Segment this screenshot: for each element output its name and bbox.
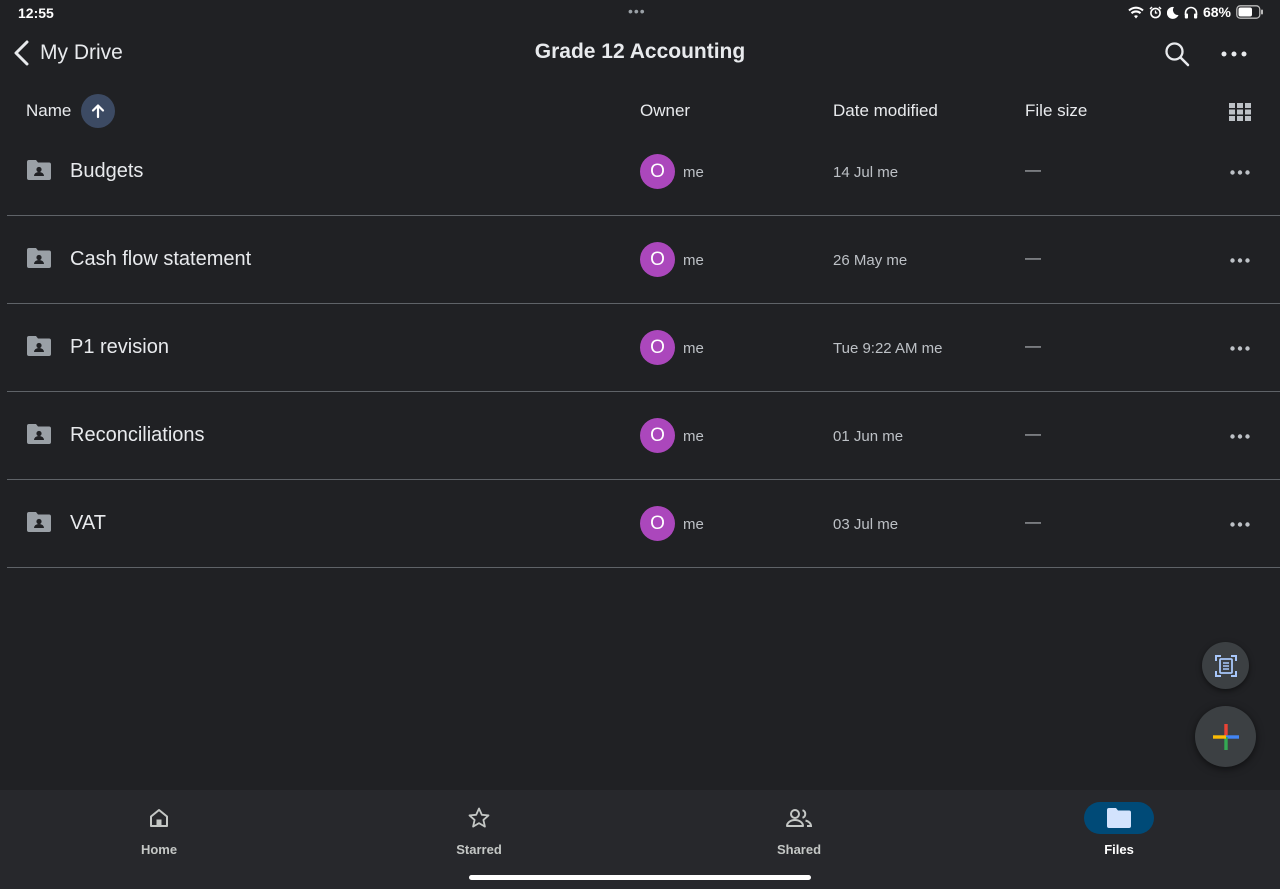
column-header: Name Owner Date modified File size [0,92,1280,130]
file-size: — [1025,426,1041,443]
shared-folder-icon [27,512,51,532]
nav-starred-icon-wrap [444,802,514,834]
nav-files-icon-wrap [1084,802,1154,834]
column-size-label: File size [1025,101,1088,120]
avatar: O [640,506,675,541]
avatar: O [640,418,675,453]
multitasking-dots-icon[interactable]: ••• [628,3,646,19]
row-more-button[interactable] [1223,510,1257,538]
nav-shared-label: Shared [776,842,822,857]
nav-starred[interactable]: Starred [419,802,539,857]
sort-direction-button[interactable] [81,94,116,128]
nav-starred-label: Starred [456,842,502,857]
scan-document-icon [1214,654,1237,677]
shared-folder-icon [27,248,51,268]
owner-text: me [683,340,704,357]
file-row[interactable]: Budgets O me 14 Jul me — [7,128,1280,216]
alarm-icon [1149,5,1162,18]
grid-view-icon [1229,103,1251,121]
file-list: Budgets O me 14 Jul me — Cash flow state… [0,128,1280,568]
row-more-button[interactable] [1223,334,1257,362]
status-bar: 12:55 ••• 68% [0,0,1280,26]
row-more-button[interactable] [1223,246,1257,274]
column-name-label: Name [26,101,72,120]
file-row[interactable]: P1 revision O me Tue 9:22 AM me — [7,304,1280,392]
people-icon [786,809,813,827]
date-modified: Tue 9:22 AM me [833,340,943,357]
shared-folder-icon [27,160,51,180]
file-size: — [1025,338,1041,355]
file-name: VAT [70,512,106,534]
back-label: My Drive [40,41,123,64]
file-name: Budgets [70,160,144,182]
date-modified: 14 Jul me [833,164,899,181]
more-horizontal-icon [1230,521,1250,527]
chevron-left-icon [14,40,29,66]
file-row[interactable]: Cash flow statement O me 26 May me — [7,216,1280,304]
more-horizontal-icon [1230,345,1250,351]
shared-folder-icon [27,424,51,444]
file-size: — [1025,162,1041,179]
home-icon [150,809,168,827]
wifi-icon [1128,6,1144,18]
nav-home-label: Home [140,842,178,857]
arrow-up-icon [92,104,105,119]
folder-icon [1107,808,1131,828]
grid-view-button[interactable] [1226,98,1254,126]
file-size: — [1025,514,1041,531]
plus-icon [1212,723,1239,750]
file-row[interactable]: Reconciliations O me 01 Jun me — [7,392,1280,480]
column-owner-label: Owner [640,101,691,120]
more-horizontal-icon [1221,51,1247,57]
back-button[interactable]: My Drive [12,36,123,70]
column-date-label: Date modified [833,101,938,120]
file-name: Cash flow statement [70,248,252,270]
owner-text: me [683,252,704,269]
search-button[interactable] [1160,37,1194,71]
row-more-button[interactable] [1223,422,1257,450]
search-icon [1165,42,1190,67]
scan-button[interactable] [1202,642,1249,689]
moon-icon [1166,6,1179,19]
nav-home-icon-wrap [124,802,194,834]
more-horizontal-icon [1230,257,1250,263]
date-modified: 26 May me [833,252,908,269]
avatar: O [640,330,675,365]
battery-percent: 68% [1202,4,1231,20]
drive-app: 12:55 ••• 68% My Drive Grade 12 Accounti… [0,0,1280,889]
headphones-icon [1184,6,1198,18]
status-icons: 68% [1128,4,1264,20]
nav-files-label: Files [1104,842,1134,857]
more-horizontal-icon [1230,433,1250,439]
home-indicator[interactable] [469,875,811,880]
owner-text: me [683,516,704,533]
avatar: O [640,154,675,189]
owner-text: me [683,164,704,181]
shared-folder-icon [27,336,51,356]
star-icon [468,807,490,828]
owner-text: me [683,428,704,445]
nav-shared[interactable]: Shared [739,802,859,857]
file-name: P1 revision [70,336,169,358]
file-size: — [1025,250,1041,267]
sort-by-name[interactable]: Name [26,92,116,130]
nav-shared-icon-wrap [764,802,834,834]
date-modified: 03 Jul me [833,516,899,533]
file-name: Reconciliations [70,424,205,446]
status-time: 12:55 [18,5,54,21]
file-row[interactable]: VAT O me 03 Jul me — [7,480,1280,568]
more-options-button[interactable] [1216,37,1252,71]
battery-icon [1236,5,1263,19]
nav-files[interactable]: Files [1059,802,1179,857]
top-bar: My Drive Grade 12 Accounting [0,32,1280,74]
more-horizontal-icon [1230,169,1250,175]
nav-home[interactable]: Home [99,802,219,857]
new-button[interactable] [1195,706,1256,767]
avatar: O [640,242,675,277]
row-more-button[interactable] [1223,158,1257,186]
date-modified: 01 Jun me [833,428,904,445]
page-title: Grade 12 Accounting [534,40,746,63]
